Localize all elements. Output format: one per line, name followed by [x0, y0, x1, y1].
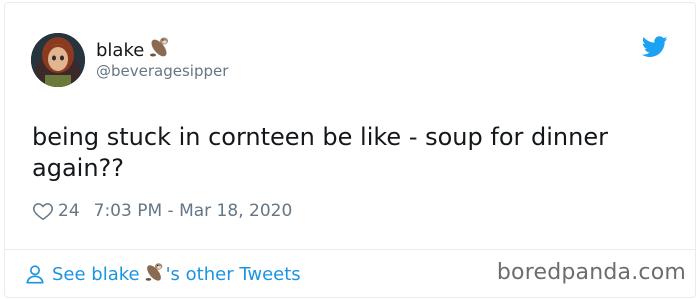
- person-outline-icon: [26, 265, 44, 284]
- see-other-tweets-link[interactable]: See blake 's other Tweets: [24, 262, 301, 286]
- like-count: 24: [58, 201, 80, 221]
- watermark: boredpanda.com: [496, 260, 686, 285]
- tweet-timestamp[interactable]: 7:03 PM - Mar 18, 2020: [94, 201, 293, 221]
- heart-outline-icon[interactable]: [32, 200, 54, 222]
- avatar-image: [31, 33, 85, 87]
- see-label: See blake: [52, 263, 140, 285]
- display-name-text: blake: [96, 39, 145, 61]
- tweet-meta: 24 7:03 PM - Mar 18, 2020: [32, 199, 292, 223]
- otter-emoji-icon: [142, 260, 166, 289]
- twitter-bird-icon[interactable]: [641, 36, 668, 58]
- other-tweets-label: 's other Tweets: [165, 263, 301, 285]
- divider: [4, 249, 696, 250]
- user-handle[interactable]: @beveragesipper: [96, 61, 228, 81]
- tweet-text: being stuck in cornteen be like - soup f…: [32, 123, 608, 182]
- avatar[interactable]: [31, 33, 85, 87]
